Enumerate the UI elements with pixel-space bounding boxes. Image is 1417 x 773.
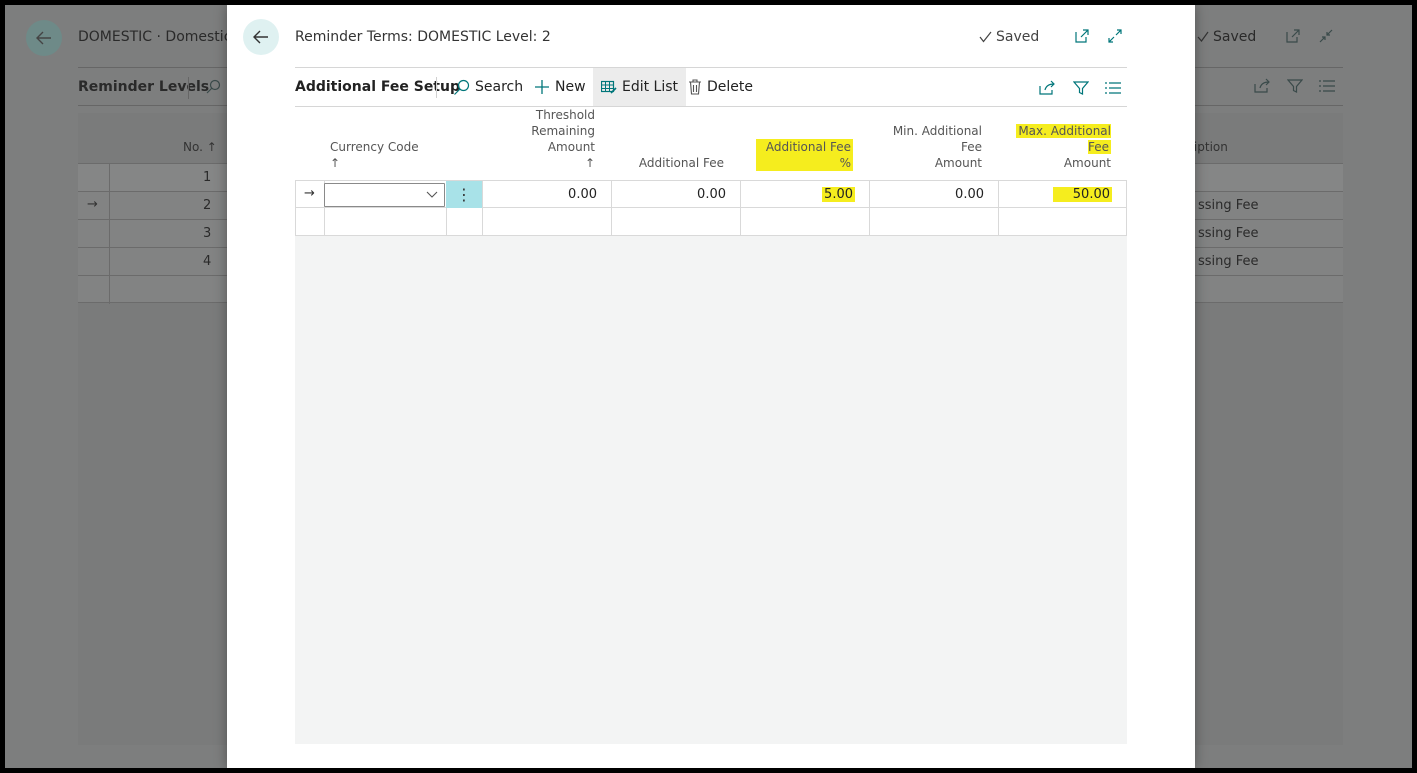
edit-list-button[interactable]: Edit List: [593, 68, 687, 106]
background-back-button[interactable]: [26, 20, 62, 56]
saved-status: Saved: [979, 29, 1039, 45]
column-header-additional-fee[interactable]: Additional Fee: [611, 113, 740, 180]
chevron-down-icon: [426, 191, 438, 198]
column-header-min-fee[interactable]: Min. Additional Fee Amount: [869, 113, 998, 180]
search-icon: [454, 79, 470, 95]
additional-fee-grid: Currency Code ↑ Threshold Remaining Amoun…: [295, 108, 1127, 744]
background-share-icon[interactable]: [1253, 78, 1271, 94]
table-row[interactable]: → ⋮ 0.00 0.00 5.00 0.00 50.00: [295, 180, 1127, 208]
new-button[interactable]: New: [526, 68, 594, 106]
background-toolbar-separator: [188, 77, 189, 99]
expand-icon[interactable]: [1106, 27, 1124, 45]
background-toolbar-title: Reminder Levels: [78, 79, 210, 95]
background-filter-icon[interactable]: [1287, 78, 1303, 94]
additional-fee-dialog: Reminder Terms: DOMESTIC Level: 2 Saved …: [227, 5, 1195, 768]
background-collapse-icon[interactable]: [1318, 28, 1334, 44]
action-toolbar: Additional Fee Setup Search New Edit Lis…: [295, 68, 1127, 106]
saved-label: Saved: [996, 29, 1040, 45]
plus-icon: [535, 80, 549, 94]
delete-label: Delete: [707, 79, 753, 95]
check-icon: [979, 31, 992, 43]
page-title: Reminder Terms: DOMESTIC Level: 2: [295, 29, 551, 45]
background-list-icon[interactable]: [1319, 79, 1335, 93]
trash-icon: [689, 79, 701, 95]
filter-icon[interactable]: [1071, 78, 1091, 98]
column-header-threshold[interactable]: Threshold Remaining Amount ↑: [482, 108, 611, 180]
new-label: New: [555, 79, 586, 95]
row-selector[interactable]: [295, 208, 324, 235]
background-saved-label: Saved: [1213, 29, 1257, 45]
additional-fee-percent-cell[interactable]: 5.00: [740, 181, 869, 208]
table-row-empty[interactable]: [295, 208, 1127, 236]
column-header-additional-fee-percent[interactable]: Additional Fee %: [740, 113, 869, 180]
grid-header: Currency Code ↑ Threshold Remaining Amoun…: [295, 108, 1127, 180]
check-icon: [1197, 31, 1209, 42]
additional-fee-percent-cell[interactable]: [740, 208, 869, 235]
row-actions-menu[interactable]: ⋮: [446, 181, 482, 208]
additional-fee-cell[interactable]: 0.00: [611, 181, 740, 208]
toolbar-separator: [436, 77, 437, 98]
search-button[interactable]: Search: [445, 68, 531, 106]
row-arrow-icon: →: [87, 197, 98, 212]
arrow-left-icon: [253, 30, 268, 44]
currency-code-cell[interactable]: [324, 208, 446, 235]
edit-list-label: Edit List: [622, 79, 679, 95]
currency-code-dropdown[interactable]: [324, 183, 445, 207]
highlight-mark: 50.00: [1052, 187, 1112, 202]
max-fee-cell[interactable]: 50.00: [998, 181, 1127, 208]
toolbar-divider: [295, 106, 1127, 107]
background-header-no: No. ↑: [183, 140, 217, 154]
background-search-icon[interactable]: [205, 79, 221, 95]
delete-button[interactable]: Delete: [680, 68, 761, 106]
highlight-mark: Max. Additional Fee: [1016, 124, 1111, 154]
list-view-icon[interactable]: [1103, 78, 1123, 98]
threshold-cell[interactable]: 0.00: [482, 181, 611, 208]
edit-grid-icon: [601, 80, 617, 94]
background-saved-status: Saved: [1197, 29, 1256, 45]
more-vertical-icon: ⋮: [456, 185, 472, 204]
min-fee-cell[interactable]: [869, 208, 998, 235]
row-selector[interactable]: →: [295, 181, 324, 208]
min-fee-cell[interactable]: 0.00: [869, 181, 998, 208]
highlight-mark: 5.00: [822, 187, 855, 202]
background-page-title: DOMESTIC · Domestic C: [78, 29, 246, 45]
share-icon[interactable]: [1037, 78, 1057, 98]
column-header-currency-code[interactable]: Currency Code ↑: [324, 113, 445, 180]
arrow-left-icon: [36, 31, 51, 45]
back-button[interactable]: [243, 19, 279, 55]
open-new-window-icon[interactable]: [1073, 27, 1091, 45]
column-header-max-fee[interactable]: Max. Additional Fee Amount: [998, 113, 1127, 180]
row-arrow-icon: →: [304, 186, 315, 201]
threshold-cell[interactable]: [482, 208, 611, 235]
highlight-mark: Additional Fee %: [756, 139, 853, 171]
background-open-new-window-icon[interactable]: [1285, 28, 1301, 44]
additional-fee-cell[interactable]: [611, 208, 740, 235]
max-fee-cell[interactable]: [998, 208, 1127, 235]
screen-frame: DOMESTIC · Domestic C Saved Reminder Lev…: [5, 5, 1412, 768]
row-actions-cell[interactable]: [446, 208, 482, 235]
search-label: Search: [475, 79, 524, 95]
